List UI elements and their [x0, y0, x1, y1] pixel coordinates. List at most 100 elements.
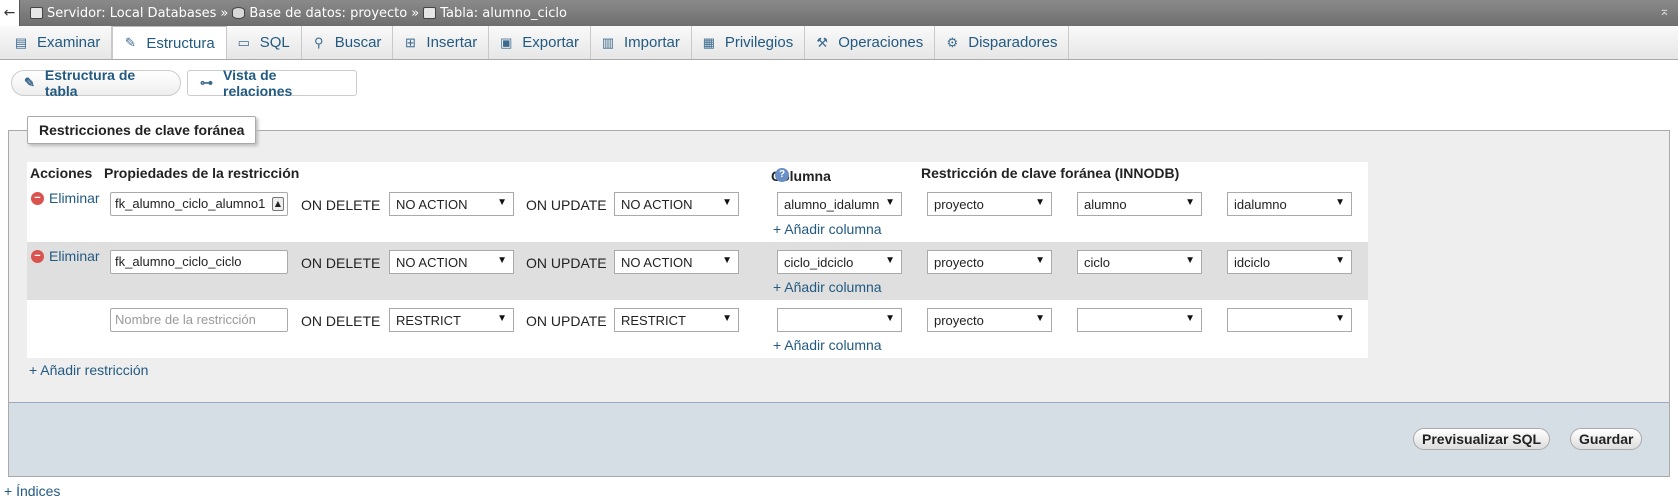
ref-table-select[interactable]: ciclo ▼	[1077, 250, 1202, 274]
breadcrumb-separator: »	[220, 5, 229, 21]
table-row: Nombre de la restricción ON DELETE RESTR…	[27, 300, 1368, 358]
button-label: Vista de relaciones	[223, 67, 293, 99]
chevron-down-icon: ▼	[1035, 313, 1045, 324]
on-delete-select[interactable]: RESTRICT ▼	[389, 308, 514, 332]
tab-importar[interactable]: ▥ Importar	[591, 26, 692, 59]
constraint-name-input[interactable]: fk_alumno_ciclo_ciclo	[110, 250, 288, 274]
ref-table-select[interactable]: alumno ▼	[1077, 192, 1202, 216]
chevron-down-icon: ▼	[1335, 255, 1345, 266]
server-icon	[30, 7, 43, 19]
chevron-down-icon: ▼	[1185, 313, 1195, 324]
add-column-link[interactable]: + Añadir columna	[773, 221, 882, 237]
column-select[interactable]: ciclo_idciclo ▼	[777, 250, 902, 274]
chevron-down-icon: ▼	[497, 197, 507, 208]
chevron-down-icon: ▼	[497, 255, 507, 266]
add-column-link[interactable]: + Añadir columna	[773, 279, 882, 295]
select-value: NO ACTION	[396, 197, 468, 212]
tab-label: Examinar	[37, 34, 101, 51]
chevron-down-icon: ▼	[885, 255, 895, 266]
select-value: idciclo	[1234, 255, 1271, 270]
chevron-down-icon: ▼	[885, 197, 895, 208]
column-select[interactable]: ▼	[777, 308, 902, 332]
delete-label: Eliminar	[49, 248, 100, 264]
tab-buscar[interactable]: ⚲ Buscar	[302, 26, 394, 59]
breadcrumb: Servidor: Local Databases » Base de dato…	[30, 6, 567, 21]
column-select[interactable]: alumno_idalumn ▼	[777, 192, 902, 216]
on-update-select[interactable]: NO ACTION ▼	[614, 192, 739, 216]
breadcrumb-table[interactable]: Tabla: alumno_ciclo	[440, 6, 567, 21]
relation-view-button[interactable]: ⊶ Vista de relaciones	[187, 67, 357, 99]
ref-column-select[interactable]: idciclo ▼	[1227, 250, 1352, 274]
tab-label: Disparadores	[968, 34, 1058, 51]
on-delete-select[interactable]: NO ACTION ▼	[389, 192, 514, 216]
breadcrumb-separator: »	[411, 5, 420, 21]
preview-sql-button[interactable]: Previsualizar SQL	[1413, 428, 1551, 450]
database-icon	[232, 7, 246, 19]
tab-label: Estructura	[146, 34, 215, 52]
chevron-down-icon: ▼	[1185, 255, 1195, 266]
import-icon: ▥	[601, 34, 615, 50]
select-value: proyecto	[934, 197, 984, 212]
chevron-down-icon: ▼	[722, 313, 732, 324]
on-update-label: ON UPDATE	[526, 255, 607, 271]
tab-estructura[interactable]: ✎ Estructura	[112, 26, 227, 59]
ref-database-select[interactable]: proyecto ▼	[927, 250, 1052, 274]
indices-link[interactable]: + Índices	[4, 483, 60, 499]
select-value: NO ACTION	[621, 255, 693, 270]
triggers-icon: ⚙	[946, 34, 959, 50]
ref-column-select[interactable]: ▼	[1227, 308, 1352, 332]
delete-icon: −	[31, 191, 44, 205]
table-structure-button[interactable]: ✎ Estructura de tabla	[11, 67, 181, 99]
breadcrumb-database[interactable]: Base de datos: proyecto	[249, 6, 407, 21]
ref-column-select[interactable]: idalumno ▼	[1227, 192, 1352, 216]
add-restriction-link[interactable]: + Añadir restricción	[29, 362, 148, 378]
select-value: NO ACTION	[621, 197, 693, 212]
constraint-name-input[interactable]: Nombre de la restricción	[110, 308, 288, 332]
tab-sql[interactable]: ▭ SQL	[227, 26, 302, 59]
delete-link[interactable]: − Eliminar	[31, 248, 100, 264]
tab-exportar[interactable]: ▣ Exportar	[489, 26, 591, 59]
back-arrow-icon[interactable]: ←	[0, 0, 20, 26]
header-properties: Propiedades de la restricción	[104, 165, 300, 181]
chevron-down-icon: ▼	[722, 255, 732, 266]
ref-table-select[interactable]: ▼	[1077, 308, 1202, 332]
select-value: ciclo	[1084, 255, 1111, 270]
tab-label: Importar	[623, 34, 680, 51]
export-icon: ▣	[500, 34, 513, 50]
tab-operaciones[interactable]: ⚒ Operaciones	[805, 26, 936, 59]
tab-label: Privilegios	[724, 34, 794, 51]
add-column-link[interactable]: + Añadir columna	[773, 337, 882, 353]
select-value: alumno_idalumn	[784, 197, 880, 212]
search-icon: ⚲	[313, 34, 324, 50]
ref-database-select[interactable]: proyecto ▼	[927, 192, 1052, 216]
breadcrumb-bar: ← Servidor: Local Databases » Base de da…	[0, 0, 1678, 26]
wrench-icon: ⚒	[816, 34, 829, 50]
select-value: idalumno	[1234, 197, 1287, 212]
delete-icon: −	[31, 249, 44, 263]
ref-database-select[interactable]: proyecto ▼	[927, 308, 1052, 332]
chevron-down-icon: ▼	[885, 313, 895, 324]
on-update-select[interactable]: NO ACTION ▼	[614, 250, 739, 274]
save-button[interactable]: Guardar	[1570, 428, 1643, 450]
chevron-down-icon: ▼	[722, 197, 732, 208]
autofill-icon[interactable]: ▲	[272, 197, 284, 211]
collapse-icon[interactable]: ⌅	[1659, 4, 1670, 19]
tab-label: Insertar	[426, 34, 478, 51]
tab-privilegios[interactable]: ▦ Privilegios	[692, 26, 806, 59]
help-icon[interactable]: ?	[775, 168, 789, 182]
constraint-name-input[interactable]: fk_alumno_ciclo_alumno1	[110, 192, 288, 216]
on-delete-select[interactable]: NO ACTION ▼	[389, 250, 514, 274]
delete-label: Eliminar	[49, 190, 100, 206]
tab-insertar[interactable]: ⊞ Insertar	[393, 26, 490, 59]
on-update-select[interactable]: RESTRICT ▼	[614, 308, 739, 332]
chevron-down-icon: ▼	[1035, 255, 1045, 266]
insert-icon: ⊞	[404, 34, 416, 50]
select-value: NO ACTION	[396, 255, 468, 270]
tab-examinar[interactable]: ▤ Examinar	[4, 26, 113, 59]
breadcrumb-server[interactable]: Servidor: Local Databases	[47, 6, 216, 21]
tab-disparadores[interactable]: ⚙ Disparadores	[935, 26, 1070, 59]
select-value: ciclo_idciclo	[784, 255, 854, 270]
header-actions: Acciones	[30, 165, 93, 181]
table-row: − Eliminar fk_alumno_ciclo_alumno1 ▲ ON D…	[27, 184, 1368, 242]
delete-link[interactable]: − Eliminar	[31, 190, 100, 206]
